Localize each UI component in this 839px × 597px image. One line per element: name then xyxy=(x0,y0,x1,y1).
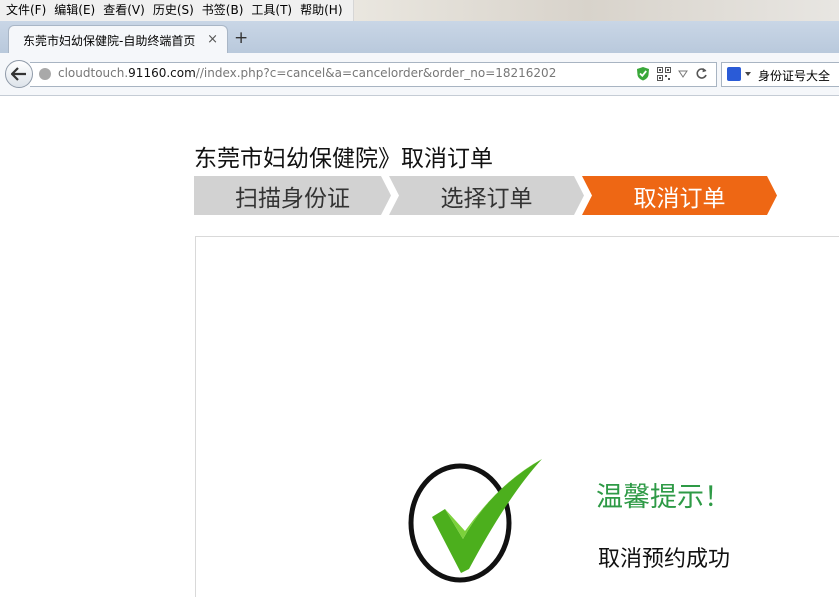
menu-bar: 文件(F) 编辑(E) 查看(V) 历史(S) 书签(B) 工具(T) 帮助(H… xyxy=(0,0,839,21)
search-engine-dropdown-icon[interactable] xyxy=(745,72,751,77)
step-cancel-order: 取消订单 xyxy=(582,176,777,215)
menu-help[interactable]: 帮助(H) xyxy=(298,0,348,21)
url-bar[interactable]: cloudtouch.91160.com//index.php?c=cancel… xyxy=(30,62,717,87)
progress-steps: 扫描身份证 选择订单 取消订单 xyxy=(194,176,777,215)
menu-bookmarks[interactable]: 书签(B) xyxy=(200,0,250,21)
step-select-order: 选择订单 xyxy=(389,176,584,215)
menu-history[interactable]: 历史(S) xyxy=(151,0,200,21)
step-scan-id: 扫描身份证 xyxy=(194,176,391,215)
url-host: 91160.com xyxy=(128,66,196,80)
baidu-icon[interactable] xyxy=(727,67,741,81)
search-box[interactable]: 身份证号大全 xyxy=(721,62,839,87)
close-tab-icon[interactable]: × xyxy=(207,32,218,47)
menu-view[interactable]: 查看(V) xyxy=(101,0,151,21)
checkmark-icon xyxy=(408,459,542,583)
shield-icon[interactable] xyxy=(636,66,650,81)
url-text[interactable]: cloudtouch.91160.com//index.php?c=cancel… xyxy=(58,66,556,80)
url-path: //index.php?c=cancel&a=cancelorder&order… xyxy=(195,66,557,80)
reload-icon[interactable] xyxy=(695,67,708,80)
url-prefix: cloudtouch. xyxy=(58,66,129,80)
tab-bar: 东莞市妇幼保健院-自助终端首页 × xyxy=(0,21,839,54)
navigation-bar: cloudtouch.91160.com//index.php?c=cancel… xyxy=(0,53,839,96)
dropdown-icon[interactable] xyxy=(678,69,688,79)
menu-tools[interactable]: 工具(T) xyxy=(249,0,298,21)
menu-edit[interactable]: 编辑(E) xyxy=(52,0,101,21)
qr-code-icon[interactable] xyxy=(657,66,671,81)
menu-list: 文件(F) 编辑(E) 查看(V) 历史(S) 书签(B) 工具(T) 帮助(H… xyxy=(0,0,354,21)
menu-file[interactable]: 文件(F) xyxy=(4,0,52,21)
browser-tab[interactable]: 东莞市妇幼保健院-自助终端首页 × xyxy=(8,25,228,54)
tip-title: 温馨提示！ xyxy=(596,482,731,513)
tab-title: 东莞市妇幼保健院-自助终端首页 xyxy=(23,33,196,48)
tip-message: 取消预约成功 xyxy=(598,547,731,572)
new-tab-button[interactable]: + xyxy=(234,28,248,48)
search-input[interactable]: 身份证号大全 xyxy=(758,67,830,84)
globe-icon xyxy=(39,68,51,80)
url-icons xyxy=(636,66,708,81)
back-button[interactable] xyxy=(5,60,33,88)
page-title: 东莞市妇幼保健院》取消订单 xyxy=(194,146,493,172)
back-arrow-icon xyxy=(11,67,26,81)
